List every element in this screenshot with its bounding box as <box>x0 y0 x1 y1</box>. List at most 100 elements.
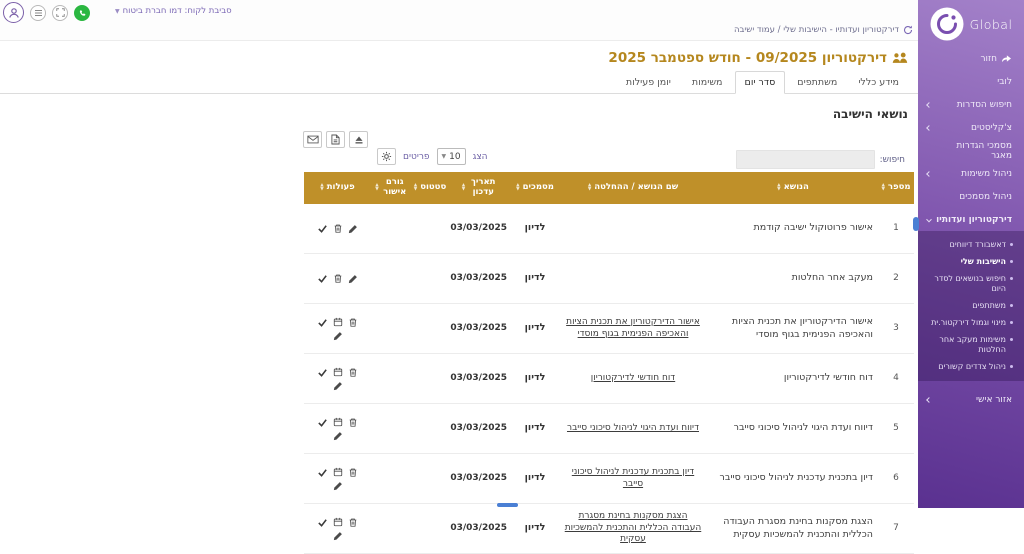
whatsapp-icon[interactable] <box>74 5 90 21</box>
tab-4[interactable]: יומן פעילות <box>617 72 680 93</box>
documents-link[interactable]: לדיון <box>525 222 546 233</box>
documents-link[interactable]: לדיון <box>525 272 546 283</box>
column-header-3[interactable]: מסמכים▲▼ <box>512 172 558 204</box>
sidebar-subitem-0[interactable]: דאשבורד דיווחים <box>918 236 1024 253</box>
chevron-left-icon <box>926 102 932 108</box>
check-icon[interactable] <box>317 417 328 428</box>
column-header-6[interactable]: גורם אישור▲▼ <box>371 172 412 204</box>
sidebar-item-0[interactable]: חזור <box>918 47 1024 70</box>
check-icon[interactable] <box>317 223 328 234</box>
sidebar-item-personal-area[interactable]: אזור אישי <box>918 388 1024 411</box>
trash-icon[interactable] <box>348 317 358 328</box>
gear-icon[interactable] <box>377 148 396 165</box>
sort-icon[interactable]: ▲▼ <box>588 184 591 192</box>
sidebar-item-3[interactable]: צ'קליסטים <box>918 116 1024 139</box>
sidebar-item-2[interactable]: חיפוש הסדרות <box>918 93 1024 116</box>
decision-link[interactable]: דיווח ועדת היגוי לניהול סיכוני סייבר <box>567 423 699 433</box>
pencil-icon[interactable] <box>333 381 343 391</box>
column-header-2[interactable]: שם הנושא / ההחלטה▲▼ <box>558 172 708 204</box>
calendar-icon[interactable] <box>333 367 343 377</box>
bullet-dot-icon <box>1010 338 1013 341</box>
page-size-controls: פריטים ▼ 10 הצג <box>377 148 488 165</box>
calendar-icon[interactable] <box>333 317 343 327</box>
bullet-dot-icon <box>1010 321 1013 324</box>
tab-3[interactable]: משימות <box>683 72 732 93</box>
tab-1[interactable]: משתתפים <box>788 72 846 93</box>
sidebar-item-label: ניהול משימות <box>961 169 1012 179</box>
check-icon[interactable] <box>317 517 328 528</box>
trash-icon[interactable] <box>348 367 358 378</box>
column-header-0[interactable]: מספר▲▼ <box>878 172 914 204</box>
decision-link[interactable]: דוח חודשי לדירקטוריון <box>591 373 675 383</box>
sidebar-subitem-6[interactable]: ניהול צדדים קשורים <box>918 358 1024 375</box>
tab-0[interactable]: מידע כללי <box>849 72 908 93</box>
horizontal-scrollbar-thumb[interactable] <box>497 503 518 507</box>
document-icon[interactable] <box>326 131 345 148</box>
table-row: 1אישור פרוטוקול ישיבה קודמתלדיון03/03/20… <box>304 204 914 254</box>
sidebar-subitem-1[interactable]: הישיבות שלי <box>918 253 1024 270</box>
sort-icon[interactable]: ▲▼ <box>320 184 323 192</box>
trash-icon[interactable] <box>348 467 358 478</box>
user-avatar-icon[interactable] <box>3 2 24 23</box>
column-header-5[interactable]: סטטוס▲▼ <box>412 172 448 204</box>
sidebar-item-1[interactable]: לובי <box>918 70 1024 93</box>
vertical-scrollbar-thumb[interactable] <box>913 217 919 231</box>
pencil-icon[interactable] <box>348 274 358 284</box>
documents-link[interactable]: לדיון <box>525 372 546 383</box>
search-input[interactable] <box>736 150 875 169</box>
sort-icon[interactable]: ▲▼ <box>462 184 465 192</box>
check-icon[interactable] <box>317 367 328 378</box>
column-header-1[interactable]: הנושא▲▼ <box>708 172 878 204</box>
sort-icon[interactable]: ▲▼ <box>414 184 417 192</box>
trash-icon[interactable] <box>348 417 358 428</box>
sidebar-submenu: דאשבורד דיווחיםהישיבות שליחיפוש בנושאים … <box>918 231 1024 381</box>
sidebar-subitem-5[interactable]: משימות מעקב אחר החלטות <box>918 331 1024 358</box>
client-environment-selector[interactable]: סביבת לקוח: דמו חברת ביטוח ▼ <box>115 6 232 16</box>
documents-link[interactable]: לדיון <box>525 322 546 333</box>
pencil-icon[interactable] <box>333 431 343 441</box>
fullscreen-icon[interactable] <box>52 5 68 21</box>
sidebar-subitem-3[interactable]: משתתפים <box>918 297 1024 314</box>
pencil-icon[interactable] <box>333 331 343 341</box>
export-icon[interactable] <box>349 131 368 148</box>
sidebar-subitem-2[interactable]: חיפוש בנושאים לסדר היום <box>918 270 1024 297</box>
email-icon[interactable] <box>303 131 322 148</box>
sidebar-item-7[interactable]: דירקטוריון ועדותיו <box>918 208 1024 231</box>
documents-link[interactable]: לדיון <box>525 522 546 533</box>
pencil-icon[interactable] <box>333 481 343 491</box>
sidebar-subitem-4[interactable]: מינוי וגמול דירקטור.ית <box>918 314 1024 331</box>
decision-link[interactable]: דיון בתכנית עדכנית לניהול סיכוני סייבר <box>572 467 694 489</box>
menu-icon[interactable] <box>30 5 46 21</box>
pencil-icon[interactable] <box>348 224 358 234</box>
trash-icon[interactable] <box>333 273 343 284</box>
sort-icon[interactable]: ▲▼ <box>516 184 519 192</box>
sidebar-item-4[interactable]: מסמכי הגדרות מאגר <box>918 139 1024 162</box>
documents-cell: לדיון <box>512 354 558 404</box>
updated-date-cell: 03/03/2025 <box>448 254 512 304</box>
trash-icon[interactable] <box>348 517 358 528</box>
check-icon[interactable] <box>317 317 328 328</box>
decision-link[interactable]: אישור הדירקטוריון את תכנית הציות והאכיפה… <box>566 317 700 339</box>
sort-icon[interactable]: ▲▼ <box>777 184 780 192</box>
tab-2[interactable]: סדר יום <box>735 71 786 94</box>
documents-link[interactable]: לדיון <box>525 422 546 433</box>
column-header-4[interactable]: תאריך עדכון▲▼ <box>448 172 512 204</box>
calendar-icon[interactable] <box>333 517 343 527</box>
decision-link[interactable]: הצגת מסקנות בחינת מסגרת העבודה הכללית וה… <box>565 511 702 544</box>
calendar-icon[interactable] <box>333 417 343 427</box>
sidebar-item-6[interactable]: ניהול מסמכים <box>918 185 1024 208</box>
documents-link[interactable]: לדיון <box>525 472 546 483</box>
page-size-select[interactable]: ▼ 10 <box>437 148 466 165</box>
sort-icon[interactable]: ▲▼ <box>881 184 884 192</box>
check-icon[interactable] <box>317 273 328 284</box>
calendar-icon[interactable] <box>333 467 343 477</box>
sidebar-item-5[interactable]: ניהול משימות <box>918 162 1024 185</box>
trash-icon[interactable] <box>333 223 343 234</box>
column-header-7[interactable]: פעולות▲▼ <box>304 172 371 204</box>
subject-cell: אישור פרוטוקול ישיבה קודמת <box>708 204 878 254</box>
refresh-icon[interactable] <box>903 25 913 35</box>
check-icon[interactable] <box>317 467 328 478</box>
sort-icon[interactable]: ▲▼ <box>375 184 378 192</box>
app-root: סביבת לקוח: דמו חברת ביטוח ▼ דירקטוריון … <box>0 0 1024 508</box>
pencil-icon[interactable] <box>333 531 343 541</box>
